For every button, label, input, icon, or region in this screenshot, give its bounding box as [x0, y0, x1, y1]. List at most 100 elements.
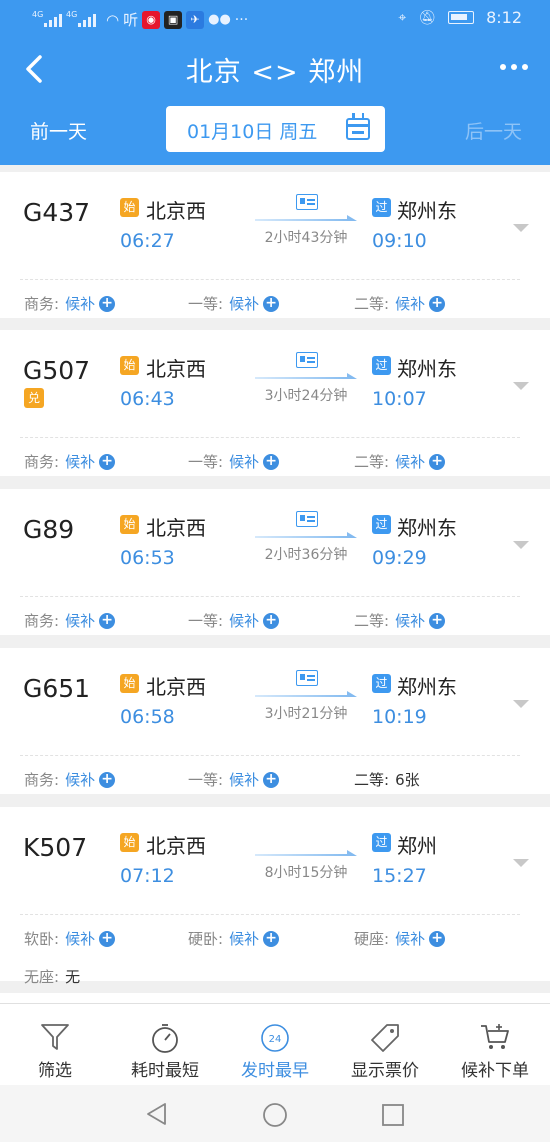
next-day-button[interactable]: 后一天	[465, 117, 522, 144]
show-price-button[interactable]: 显示票价	[330, 1004, 440, 1086]
seat-second-class[interactable]: 二等: 候补 +	[354, 451, 446, 472]
passing-tag: 过	[372, 515, 391, 534]
filter-button[interactable]: 筛选	[0, 1004, 110, 1086]
clock-24-icon: 24	[261, 1024, 289, 1052]
seat-business[interactable]: 商务: 候补 +	[24, 769, 116, 790]
waitlist-order-button[interactable]: 候补下单	[440, 1004, 550, 1086]
waitlist-plus-icon[interactable]: +	[429, 930, 446, 947]
seat-business[interactable]: 商务: 候补 +	[24, 610, 116, 631]
train-card-partial	[0, 993, 550, 1003]
waitlist-plus-icon[interactable]: +	[263, 453, 280, 470]
expand-chevron-icon[interactable]	[513, 859, 529, 867]
system-nav-bar	[0, 1085, 550, 1142]
seat-first-class[interactable]: 一等: 候补 +	[188, 451, 280, 472]
seat-second-class[interactable]: 二等: 6张	[354, 769, 420, 790]
route-arrow-icon	[255, 691, 357, 697]
train-card[interactable]: G507 兑 始 北京西 06:43 3小时24分钟 过 郑州东 10:07 商…	[0, 330, 550, 476]
seat-second-class[interactable]: 二等: 候补 +	[354, 610, 446, 631]
prev-day-button[interactable]: 前一天	[30, 117, 87, 144]
sort-shortest-duration-button[interactable]: 耗时最短	[110, 1004, 220, 1086]
departure-station: 北京西	[146, 516, 206, 540]
passing-tag: 过	[372, 198, 391, 217]
arrival-station: 郑州东	[397, 516, 457, 540]
origin-tag: 始	[120, 674, 139, 693]
passing-tag: 过	[372, 356, 391, 375]
arrival-station: 郑州东	[397, 675, 457, 699]
departure-time: 06:58	[120, 706, 175, 728]
filter-icon	[41, 1024, 69, 1050]
departure-station: 北京西	[146, 199, 206, 223]
origin-tag: 始	[120, 356, 139, 375]
seat-second-class[interactable]: 二等: 候补 +	[354, 293, 446, 314]
waitlist-plus-icon[interactable]: +	[99, 453, 116, 470]
home-circle-icon[interactable]	[262, 1102, 288, 1128]
arrival-time: 09:10	[372, 230, 427, 252]
waitlist-plus-icon[interactable]: +	[99, 930, 116, 947]
seat-first-class[interactable]: 一等: 候补 +	[188, 769, 280, 790]
train-number: K507	[23, 833, 88, 862]
status-bar: 4G 4G ◠ 听 ◉ ▣ ✈ ●● ··· ⌖ 🔕︎ 8:12	[0, 0, 550, 36]
battery-icon	[448, 11, 475, 24]
recents-square-icon[interactable]	[381, 1103, 405, 1127]
stopwatch-icon	[152, 1024, 178, 1053]
back-triangle-icon[interactable]	[145, 1102, 169, 1126]
train-card[interactable]: G651 始 北京西 06:58 3小时21分钟 过 郑州东 10:19 商务:…	[0, 648, 550, 794]
waitlist-plus-icon[interactable]: +	[263, 771, 280, 788]
divider	[20, 914, 520, 915]
price-tag-icon	[371, 1024, 399, 1052]
duration: 2小时36分钟	[264, 547, 348, 563]
wechat-icon: ●●	[208, 12, 231, 27]
arrival-station: 郑州东	[397, 199, 457, 223]
seat-business[interactable]: 商务: 候补 +	[24, 293, 116, 314]
duration: 8小时15分钟	[264, 865, 348, 881]
sort-earliest-departure-button[interactable]: 24 发时最早	[220, 1004, 330, 1086]
expand-chevron-icon[interactable]	[513, 700, 529, 708]
expand-chevron-icon[interactable]	[513, 224, 529, 232]
departure-station: 北京西	[146, 357, 206, 381]
departure-time: 06:43	[120, 388, 175, 410]
wifi-icon: ◠	[106, 10, 120, 29]
train-number: G507	[23, 356, 91, 385]
signal-icon: 4G	[32, 10, 62, 27]
departure-time: 06:27	[120, 230, 175, 252]
train-card[interactable]: G89 始 北京西 06:53 2小时36分钟 过 郑州东 09:29 商务: 候…	[0, 489, 550, 635]
seat-hard-seat[interactable]: 硬座: 候补 +	[354, 928, 446, 949]
arrival-station: 郑州东	[397, 357, 457, 381]
waitlist-plus-icon[interactable]: +	[429, 612, 446, 629]
origin-tag: 始	[120, 515, 139, 534]
seat-soft-sleeper[interactable]: 软卧: 候补 +	[24, 928, 116, 949]
mute-icon: 🔕︎	[418, 9, 437, 26]
train-card[interactable]: K507 始 北京西 07:12 8小时15分钟 过 郑州 15:27 软卧: 候…	[0, 807, 550, 986]
more-options-icon[interactable]	[500, 64, 528, 70]
id-card-icon	[296, 511, 318, 527]
waitlist-plus-icon[interactable]: +	[263, 612, 280, 629]
passing-tag: 过	[372, 833, 391, 852]
train-number: G89	[23, 515, 75, 544]
calendar-icon	[346, 113, 370, 140]
duration: 2小时43分钟	[264, 230, 348, 246]
waitlist-plus-icon[interactable]: +	[99, 771, 116, 788]
seat-first-class[interactable]: 一等: 候补 +	[188, 610, 280, 631]
expand-chevron-icon[interactable]	[513, 382, 529, 390]
waitlist-plus-icon[interactable]: +	[429, 453, 446, 470]
train-number: G651	[23, 674, 91, 703]
waitlist-plus-icon[interactable]: +	[99, 612, 116, 629]
waitlist-plus-icon[interactable]: +	[263, 295, 280, 312]
expand-chevron-icon[interactable]	[513, 541, 529, 549]
exchange-badge: 兑	[24, 388, 44, 408]
waitlist-plus-icon[interactable]: +	[429, 295, 446, 312]
seat-standing: 无座: 无	[24, 968, 81, 986]
waitlist-plus-icon[interactable]: +	[99, 295, 116, 312]
seat-hard-sleeper[interactable]: 硬卧: 候补 +	[188, 928, 280, 949]
seat-business[interactable]: 商务: 候补 +	[24, 451, 116, 472]
seat-first-class[interactable]: 一等: 候补 +	[188, 293, 280, 314]
train-card[interactable]: G437 始 北京西 06:27 2小时43分钟 过 郑州东 09:10 商务:…	[0, 172, 550, 318]
divider	[20, 596, 520, 597]
date-picker[interactable]: 01月10日 周五	[166, 106, 385, 152]
plane-icon: ✈	[186, 10, 205, 29]
waitlist-plus-icon[interactable]: +	[263, 930, 280, 947]
departure-station: 北京西	[146, 675, 206, 699]
page-title: 北京 <> 郑州	[185, 57, 365, 88]
train-number: G437	[23, 198, 91, 227]
departure-time: 07:12	[120, 865, 175, 887]
